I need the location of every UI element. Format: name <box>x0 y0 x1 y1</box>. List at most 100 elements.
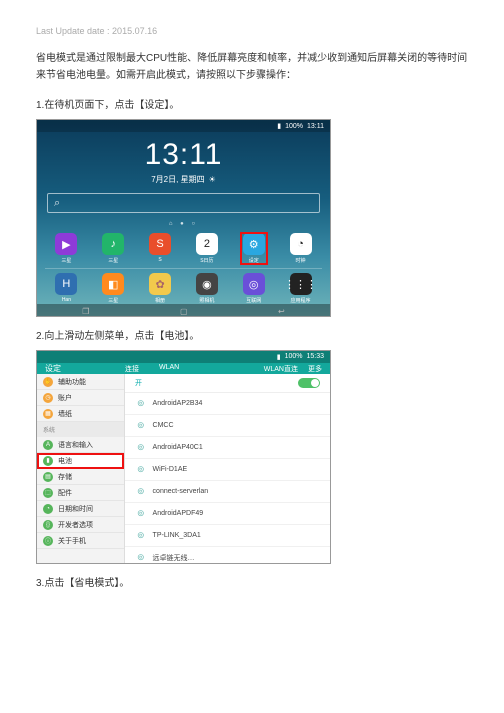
search-icon: ⌕ <box>54 197 60 210</box>
wifi-icon: ⊚ <box>137 398 145 409</box>
wifi-network[interactable]: ⊚ TP-LINK_3DA1 <box>125 525 330 547</box>
more-menu[interactable]: 更多 <box>308 364 322 374</box>
accessory-icon: ⬚ <box>43 488 53 498</box>
wifi-icon: ⊚ <box>137 420 145 431</box>
home-icon[interactable]: ▢ <box>180 307 188 316</box>
app-internet[interactable]: ◎互联网 <box>241 273 267 304</box>
screenshot-settings: ▮ 100% 15:33 设定 连接 WLAN WLAN直连 更多 ✋辅助功能◷… <box>36 350 331 564</box>
status-bar: ▮ 100% 13:11 <box>37 120 330 132</box>
intro-text: 省电模式是通过限制最大CPU性能、降低屏幕亮度和帧率，并减少收到通知后屏幕关闭的… <box>36 50 468 84</box>
camera-icon: ◉ <box>196 273 218 295</box>
wifi-ssid: WiFi-D1AE <box>153 466 188 473</box>
sidebar-item-wallpaper[interactable]: ▦ 墙纸 <box>37 406 124 422</box>
app-settings[interactable]: ⚙设定 <box>241 233 267 264</box>
wifi-network[interactable]: ⊚AndroidAPDF49 <box>125 503 330 525</box>
wifi-ssid: CMCC <box>153 422 174 429</box>
app-label: S日历 <box>200 257 213 264</box>
update-date: Last Update date : 2015.07.16 <box>36 26 468 36</box>
sidebar-item-storage[interactable]: ▤ 存储 <box>37 469 124 485</box>
app-snote[interactable]: SS <box>147 233 173 264</box>
settings-sidebar[interactable]: ✋辅助功能◷账户▦墙纸系统A语言和输入▮电池▤存储⬚配件◔日期和时间｛｝开发者选… <box>37 374 125 564</box>
sidebar-item-label: 电池 <box>58 456 72 466</box>
about-icon: ⓘ <box>43 536 53 546</box>
app-calendar[interactable]: 2S日历 <box>194 233 220 264</box>
settings-title: 设定 <box>37 363 125 374</box>
app-row-1: ▶三星 ♪三星 SS 2S日历 ⚙设定 ◔时钟 <box>37 233 330 264</box>
wifi-ssid: AndroidAP2B34 <box>153 400 203 407</box>
status-time: 15:33 <box>306 353 324 361</box>
sidebar-item-aux[interactable]: ✋辅助功能 <box>37 374 124 390</box>
sidebar-item-battery[interactable]: ▮ 电池 <box>37 453 124 469</box>
wifi-icon: ⊚ <box>137 530 145 541</box>
sidebar-item-label: 存储 <box>58 472 72 482</box>
app-label: 应用程序 <box>291 297 311 304</box>
wifi-icon: ⊚ <box>137 464 145 475</box>
wlan-toggle-row[interactable]: 开 <box>125 374 330 393</box>
dock-divider <box>45 268 322 269</box>
sidebar-item-label: 语言和输入 <box>58 440 93 450</box>
apps-icon: ⋮⋮⋮ <box>290 273 312 295</box>
app-camera[interactable]: ◉ 照相机 <box>194 273 220 304</box>
app-label: 设定 <box>249 257 259 264</box>
lang-icon: A <box>43 440 53 450</box>
screenshot-homescreen: ▮ 100% 13:11 13:11 7月2日, 星期四 ☀ ⌕ ⌂ ● ○ ▶… <box>36 119 331 317</box>
accounts-icon: ◷ <box>43 393 53 403</box>
app-video[interactable]: ▶三星 <box>53 233 79 264</box>
wifi-icon: ⊚ <box>137 552 145 563</box>
clock-widget[interactable]: 13:11 7月2日, 星期四 ☀ <box>37 138 330 185</box>
back-icon[interactable]: ↩ <box>278 307 285 316</box>
app-label: 照相机 <box>199 297 214 304</box>
clock-icon: ◔ <box>290 233 312 255</box>
nav-bar: ❐ ▢ ↩ <box>37 304 330 317</box>
wifi-icon: ⊚ <box>137 508 145 519</box>
page-indicator: ⌂ ● ○ <box>37 221 330 227</box>
app-gallery[interactable]: ✿相册 <box>147 273 173 304</box>
tab-wlan[interactable]: WLAN <box>159 364 179 374</box>
sidebar-item-label: 关于手机 <box>58 536 86 546</box>
sidebar-item-datetime[interactable]: ◔日期和时间 <box>37 501 124 517</box>
hancom-icon: H <box>55 273 77 295</box>
battery-pct: 100% <box>285 123 303 130</box>
sidebar-item-accessory[interactable]: ⬚配件 <box>37 485 124 501</box>
music-icon: ♪ <box>102 233 124 255</box>
sidebar-item-dev[interactable]: ｛｝开发者选项 <box>37 517 124 533</box>
app-label: Han <box>62 297 71 303</box>
battery-icon: ▮ <box>43 456 53 466</box>
storage-icon: ▤ <box>43 472 53 482</box>
sidebar-item-about[interactable]: ⓘ 关于手机 <box>37 533 124 549</box>
snote-icon: S <box>149 233 171 255</box>
recent-icon[interactable]: ❐ <box>82 307 89 316</box>
app-clock[interactable]: ◔时钟 <box>288 233 314 264</box>
wifi-icon: ⊚ <box>137 442 145 453</box>
wifi-network[interactable]: ⊚ CMCC <box>125 415 330 437</box>
weather-icon: ☀ <box>209 175 216 184</box>
video-icon: ▶ <box>55 233 77 255</box>
wifi-network[interactable]: ⊚AndroidAP40C1 <box>125 437 330 459</box>
app-appstore[interactable]: ◧ 三星 <box>100 273 126 304</box>
sidebar-item-label: 墙纸 <box>58 409 72 419</box>
app-label: 相册 <box>155 297 165 304</box>
tab-connect[interactable]: 连接 <box>125 364 139 374</box>
app-hancom[interactable]: H Han <box>53 273 79 304</box>
appstore-icon: ◧ <box>102 273 124 295</box>
app-apps[interactable]: ⋮⋮⋮ 应用程序 <box>288 273 314 304</box>
battery-icon: ▮ <box>277 353 281 361</box>
wlan-toggle[interactable] <box>298 378 320 388</box>
status-bar: ▮ 100% 15:33 <box>37 351 330 363</box>
sidebar-item-accounts[interactable]: ◷账户 <box>37 390 124 406</box>
status-time: 13:11 <box>307 123 324 130</box>
app-row-dock: H Han ◧ 三星 ✿相册 ◉ 照相机 ◎互联网 ⋮⋮⋮ 应用程序 <box>37 273 330 304</box>
sidebar-item-label: 辅助功能 <box>58 377 86 387</box>
app-music[interactable]: ♪三星 <box>100 233 126 264</box>
wifi-ssid: TP-LINK_3DA1 <box>153 532 201 539</box>
wlan-direct[interactable]: WLAN直连 <box>264 364 298 374</box>
wifi-network[interactable]: ⊚connect-serverlan <box>125 481 330 503</box>
search-bar[interactable]: ⌕ <box>47 193 320 213</box>
wifi-network[interactable]: ⊚ AndroidAP2B34 <box>125 393 330 415</box>
wifi-network[interactable]: ⊚ WiFi-D1AE <box>125 459 330 481</box>
sidebar-item-lang[interactable]: A 语言和输入 <box>37 437 124 453</box>
wallpaper-icon: ▦ <box>43 409 53 419</box>
battery-icon: ▮ <box>277 122 281 130</box>
app-label: 三星 <box>108 297 118 304</box>
wifi-network[interactable]: ⊚远卓链无线… <box>125 547 330 564</box>
